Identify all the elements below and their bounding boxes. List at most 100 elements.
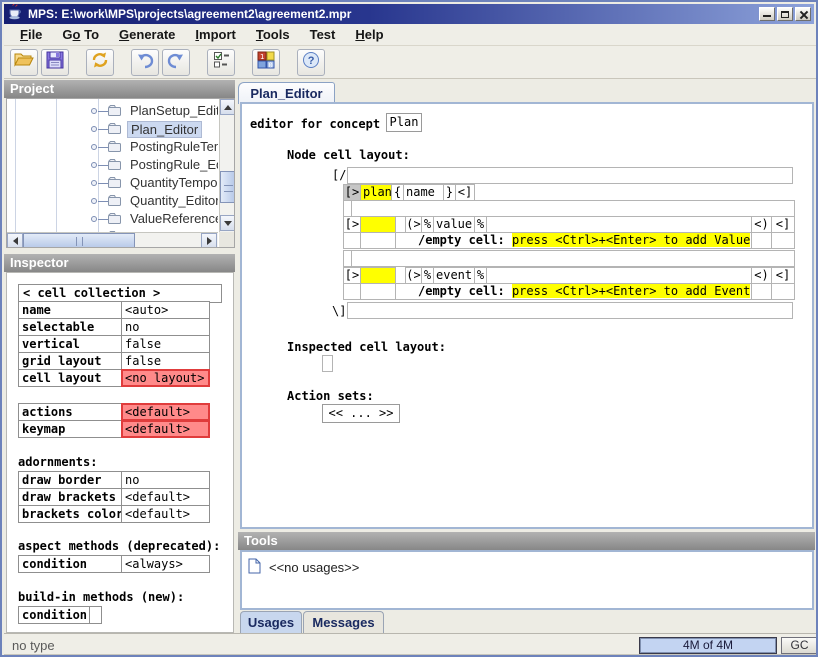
property-value[interactable]: false xyxy=(121,352,210,370)
refresh-button[interactable] xyxy=(86,49,114,76)
collection-open-bracket[interactable]: [/ xyxy=(332,168,346,182)
save-button[interactable] xyxy=(41,49,69,76)
tree-collapse-icon[interactable] xyxy=(91,144,97,150)
close-button[interactable] xyxy=(795,7,811,21)
editor-cell[interactable] xyxy=(751,283,772,300)
editor-cell[interactable] xyxy=(343,283,361,300)
tab-usages-label: Usages xyxy=(248,615,294,630)
editor-cell[interactable] xyxy=(360,232,396,249)
scroll-left-button[interactable] xyxy=(7,233,23,248)
tree-item-selected[interactable]: Plan_Editor xyxy=(7,120,218,138)
property-value[interactable]: false xyxy=(121,335,210,353)
redo-button[interactable] xyxy=(162,49,190,76)
editor-cell-empty[interactable] xyxy=(360,267,396,284)
title-bar[interactable]: MPS: E:\work\MPS\projects\agreement2\agr… xyxy=(4,4,814,24)
menu-test[interactable]: Test xyxy=(300,24,346,45)
no-usages-text: <<no usages>> xyxy=(269,560,359,575)
add-value-hint[interactable]: press <Ctrl>+<Enter> to add Value xyxy=(512,233,750,247)
action-sets-cell[interactable]: << ... >> xyxy=(322,404,400,423)
help-button[interactable]: ? xyxy=(297,49,325,76)
property-value-error[interactable]: <default> xyxy=(121,403,210,421)
tree-item[interactable]: QuantityTempor xyxy=(7,174,218,192)
editor-cell[interactable] xyxy=(486,267,752,284)
editor-cell[interactable]: <) xyxy=(751,267,772,284)
generate-button[interactable]: 1 0 xyxy=(252,49,280,76)
editor-cell[interactable] xyxy=(347,167,793,184)
property-value[interactable]: <always> xyxy=(121,555,210,573)
scroll-up-button[interactable] xyxy=(220,99,235,115)
scroll-down-button[interactable] xyxy=(220,215,235,231)
editor-cell[interactable]: <] xyxy=(771,216,795,233)
tree-item[interactable]: PostingRuleTemp xyxy=(7,138,218,156)
vertical-scroll-thumb[interactable] xyxy=(220,171,235,203)
editor-cell[interactable] xyxy=(360,283,396,300)
property-value-error[interactable]: <default> xyxy=(121,420,210,438)
property-value[interactable]: no xyxy=(121,318,210,336)
tab-plan-editor[interactable]: Plan_Editor xyxy=(238,82,335,104)
collection-close-bracket[interactable]: \] xyxy=(332,304,346,318)
editor-cell-cursor[interactable]: [> xyxy=(343,184,361,201)
editor-cell[interactable] xyxy=(486,216,752,233)
editor-hint-cell[interactable]: /empty cell: press <Ctrl>+<Enter> to add… xyxy=(395,283,752,300)
maximize-button[interactable] xyxy=(777,7,793,21)
property-value-error[interactable]: <no layout> xyxy=(121,369,210,387)
property-label: grid layout xyxy=(18,352,122,370)
add-event-hint[interactable]: press <Ctrl>+<Enter> to add Event xyxy=(512,284,750,298)
menu-generate[interactable]: Generate xyxy=(109,24,185,45)
property-label: name xyxy=(18,301,122,319)
scroll-right-button[interactable] xyxy=(201,233,217,248)
tree-item[interactable]: PlanSetup_Edito xyxy=(7,102,218,120)
menu-tools[interactable]: Tools xyxy=(246,24,300,45)
tab-usages[interactable]: Usages xyxy=(240,611,302,633)
editor-cell[interactable]: value xyxy=(433,216,475,233)
gc-button[interactable]: GC xyxy=(781,637,818,654)
memory-indicator[interactable]: 4M of 4M xyxy=(639,637,777,654)
undo-button[interactable] xyxy=(131,49,159,76)
property-value[interactable] xyxy=(89,606,102,624)
minimize-button[interactable] xyxy=(759,7,775,21)
editor-hint-cell[interactable]: /empty cell: press <Ctrl>+<Enter> to add… xyxy=(395,232,752,249)
open-project-button[interactable] xyxy=(10,49,38,76)
editor-cell[interactable]: <) xyxy=(751,216,772,233)
node-options-button[interactable] xyxy=(207,49,235,76)
editor-cell[interactable]: plan xyxy=(360,184,392,201)
editor-cell[interactable] xyxy=(771,232,795,249)
tree-item[interactable]: ValueReference_ xyxy=(7,210,218,228)
editor-cell-empty[interactable] xyxy=(360,216,396,233)
editor-cell[interactable] xyxy=(343,232,361,249)
property-value[interactable]: <default> xyxy=(121,505,210,523)
tree-collapse-icon[interactable] xyxy=(91,198,97,204)
editor-cell[interactable] xyxy=(351,250,795,267)
menu-file[interactable]: File xyxy=(10,24,52,45)
editor-cell[interactable]: (> xyxy=(405,267,422,284)
concept-name-cell[interactable]: Plan xyxy=(386,113,422,132)
property-value[interactable]: no xyxy=(121,471,210,489)
editor-cell[interactable]: name xyxy=(403,184,444,201)
editor-cell[interactable] xyxy=(771,283,795,300)
tree-collapse-icon[interactable] xyxy=(91,180,97,186)
tree-collapse-icon[interactable] xyxy=(91,162,97,168)
property-value[interactable]: <default> xyxy=(121,488,210,506)
tree-item[interactable]: PostingRule_Edit xyxy=(7,156,218,174)
tree-collapse-icon[interactable] xyxy=(91,216,97,222)
tree-collapse-icon[interactable] xyxy=(91,126,97,132)
tab-messages[interactable]: Messages xyxy=(303,611,384,633)
menu-help[interactable]: Help xyxy=(345,24,393,45)
editor-cell[interactable] xyxy=(347,302,793,319)
editor-cell[interactable]: [> xyxy=(343,267,361,284)
usages-result-row[interactable]: <<no usages>> xyxy=(248,558,359,577)
menu-import[interactable]: Import xyxy=(185,24,245,45)
inspected-cell[interactable] xyxy=(322,355,333,372)
menu-goto[interactable]: Go To xyxy=(52,24,109,45)
tree-item[interactable]: Quantity_Editor xyxy=(7,192,218,210)
editor-cell[interactable]: [> xyxy=(343,216,361,233)
property-value[interactable]: <auto> xyxy=(121,301,210,319)
editor-cell[interactable]: <] xyxy=(771,267,795,284)
horizontal-scroll-thumb[interactable] xyxy=(23,233,135,248)
tree-collapse-icon[interactable] xyxy=(91,108,97,114)
editor-cell[interactable]: (> xyxy=(405,216,422,233)
editor-cell[interactable] xyxy=(351,200,795,217)
editor-cell[interactable] xyxy=(751,232,772,249)
editor-cell[interactable]: event xyxy=(433,267,475,284)
editor-cell[interactable]: <] xyxy=(455,184,475,201)
